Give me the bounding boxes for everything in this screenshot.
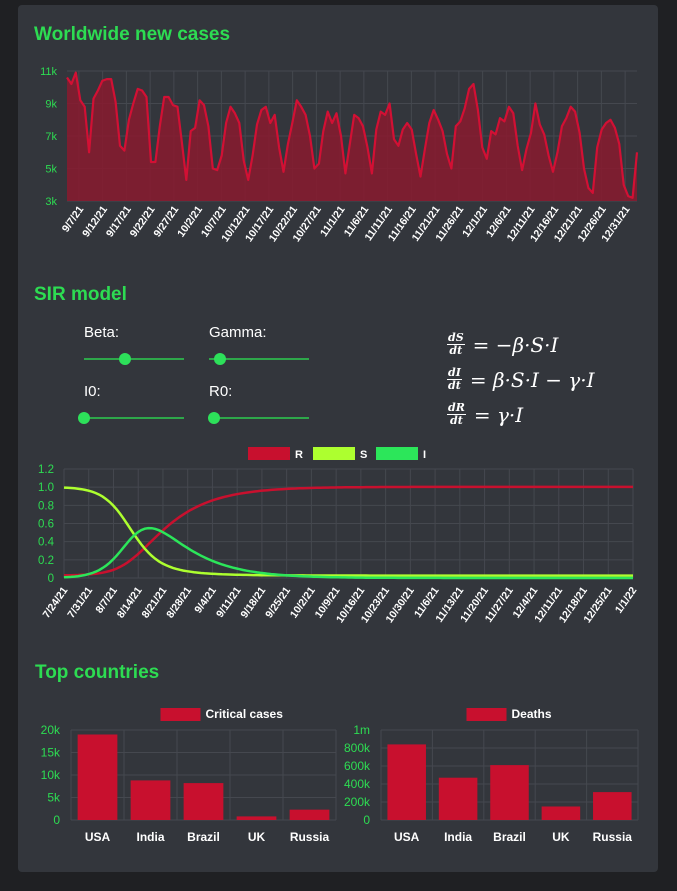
critical-legend-label: Critical cases <box>206 707 284 721</box>
sir-line-s <box>63 486 633 577</box>
sir-legend-swatch-s <box>313 447 355 460</box>
gamma-slider[interactable] <box>209 353 309 365</box>
gamma-slider-thumb[interactable] <box>214 353 226 365</box>
deaths-y-tick-label: 0 <box>363 813 370 827</box>
i0-label: I0: <box>84 383 101 400</box>
critical-y-tick-label: 0 <box>53 813 60 827</box>
critical-y-tick-label: 15k <box>41 746 61 760</box>
sir-y-tick-label: 0 <box>48 573 54 585</box>
critical-bar-brazil <box>183 783 224 820</box>
cases-y-tick-label: 11k <box>40 66 57 78</box>
deaths-bar-uk <box>541 806 581 820</box>
equation-ds-rhs: = −β·S·I <box>472 332 559 357</box>
beta-slider[interactable] <box>84 353 184 365</box>
critical-x-tick-label: UK <box>248 830 266 844</box>
sir-y-tick-label: 0.6 <box>38 519 54 531</box>
critical-x-tick-label: Russia <box>290 830 330 844</box>
deaths-bar-usa <box>387 744 426 820</box>
critical-bar-india <box>130 780 171 820</box>
equation-di-fraction: dI dt <box>447 367 462 392</box>
equation-dr-rhs: = γ·I <box>473 402 524 427</box>
sir-x-tick-label: 1/1/22 <box>613 585 640 616</box>
worldwide-cases-title: Worldwide new cases <box>34 24 231 45</box>
equation-ds-fraction: dS dt <box>447 332 465 357</box>
sir-legend-label-r: R <box>295 449 303 461</box>
sir-model-title: SIR model <box>34 284 127 305</box>
beta-slider-thumb[interactable] <box>119 353 131 365</box>
sir-y-tick-label: 0.2 <box>38 555 54 567</box>
sir-y-tick-label: 0.8 <box>38 500 54 512</box>
equation-ds: dS dt = −β·S·I <box>447 332 558 357</box>
equation-ds-denominator: dt <box>449 344 463 357</box>
r0-label: R0: <box>209 383 233 400</box>
deaths-y-tick-label: 1m <box>353 723 370 737</box>
cases-y-tick-label: 7k <box>45 131 57 143</box>
critical-x-tick-label: Brazil <box>187 830 220 844</box>
r0-slider[interactable] <box>208 412 309 424</box>
r0-slider-thumb[interactable] <box>208 412 220 424</box>
r0-slider-track <box>209 417 309 419</box>
deaths-x-tick-label: UK <box>552 830 570 844</box>
cases-y-tick-label: 9k <box>45 99 57 111</box>
deaths-bar-russia <box>593 792 632 820</box>
critical-x-tick-label: India <box>136 830 164 844</box>
equation-dr-denominator: dt <box>450 414 463 427</box>
deaths-chart: Deaths 0 200k 400k 600k 800k 1m USA India Brazil U… <box>344 707 639 844</box>
deaths-y-tick-label: 600k <box>344 759 371 773</box>
top-countries-title: Top countries <box>35 662 160 683</box>
critical-x-tick-label: USA <box>85 830 111 844</box>
deaths-y-tick-label: 200k <box>344 795 371 809</box>
i0-slider-track <box>84 417 184 419</box>
critical-legend-swatch <box>160 708 201 721</box>
sir-y-tick-label: 1.0 <box>38 482 54 494</box>
sir-y-tick-label: 0.4 <box>38 537 55 549</box>
deaths-bar-india <box>438 777 478 820</box>
critical-y-tick-label: 5k <box>47 791 61 805</box>
deaths-y-tick-label: 800k <box>344 741 371 755</box>
equation-di-denominator: dt <box>448 379 461 392</box>
sir-legend-label-s: S <box>360 449 367 461</box>
beta-slider-track <box>84 358 184 360</box>
critical-cases-chart: Critical cases 0 5k 10k 15k 20k USA India Brazil… <box>41 707 337 844</box>
deaths-bar-brazil <box>490 765 529 820</box>
sir-line-r <box>63 485 633 577</box>
deaths-legend-swatch <box>466 708 507 721</box>
deaths-x-tick-label: India <box>444 830 472 844</box>
sir-y-tick-label: 1.2 <box>38 464 54 476</box>
deaths-x-tick-label: Brazil <box>493 830 526 844</box>
sir-legend-label-i: I <box>423 449 426 461</box>
worldwide-cases-chart: 3k5k7k9k11k9/7/219/12/219/17/219/22/219/… <box>40 66 639 244</box>
deaths-y-tick-label: 400k <box>344 777 371 791</box>
critical-y-tick-label: 20k <box>41 723 61 737</box>
i0-slider-thumb[interactable] <box>78 412 90 424</box>
deaths-x-tick-label: USA <box>394 830 420 844</box>
equation-di-rhs: = β·S·I − γ·I <box>469 367 595 392</box>
cases-y-tick-label: 5k <box>45 164 57 176</box>
critical-y-tick-label: 10k <box>41 768 61 782</box>
sir-legend-swatch-r <box>248 447 290 460</box>
critical-bar-uk <box>236 816 277 820</box>
beta-label: Beta: <box>84 324 120 341</box>
critical-bar-usa <box>77 734 118 820</box>
equation-di: dI dt = β·S·I − γ·I <box>447 367 595 392</box>
deaths-x-tick-label: Russia <box>593 830 633 844</box>
gamma-label: Gamma: <box>209 324 267 341</box>
i0-slider[interactable] <box>78 412 184 424</box>
deaths-legend-label: Deaths <box>512 707 552 721</box>
equation-dr: dR dt = γ·I <box>447 402 523 427</box>
cases-y-tick-label: 3k <box>45 196 57 208</box>
equation-dr-fraction: dR dt <box>447 402 466 427</box>
sir-legend-swatch-i <box>376 447 418 460</box>
sir-x-tick-label: 7/31/21 <box>65 585 95 621</box>
sir-x-tick-label: 8/28/21 <box>164 585 194 621</box>
critical-bar-russia <box>289 809 330 820</box>
sir-chart: R S I00.20.40.60.81.01.27/24/217/31/218/7/… <box>38 447 640 625</box>
